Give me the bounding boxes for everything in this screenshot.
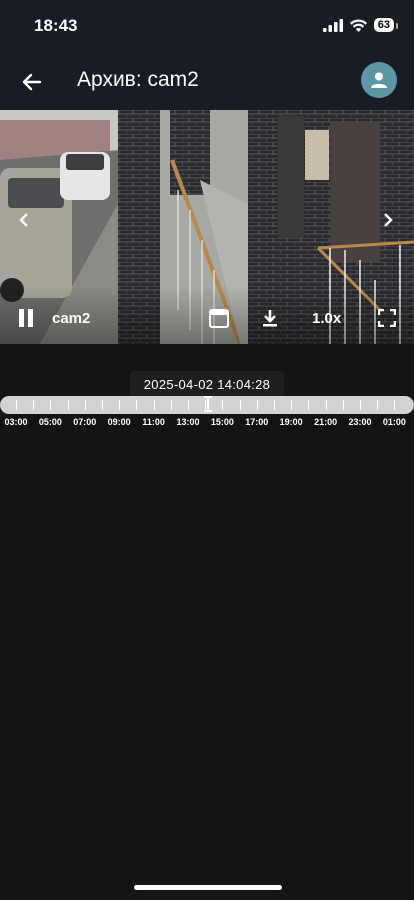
- fullscreen-button[interactable]: [374, 305, 400, 331]
- timeline-tick: [50, 400, 52, 410]
- hour-label: 23:00: [348, 417, 372, 427]
- hour-label: 07:00: [73, 417, 97, 427]
- wifi-icon: [349, 18, 367, 32]
- chevron-left-icon: [19, 213, 28, 227]
- timeline-tick: [16, 400, 17, 410]
- signal-icon: [322, 18, 343, 32]
- page-title: Архив: cam2: [77, 68, 199, 91]
- hour-label: 21:00: [314, 417, 338, 427]
- timeline: 2025-04-02 14:04:28 03:00 05:00 07:00 09:00…: [0, 344, 414, 434]
- timeline-tick: [325, 400, 327, 410]
- timeline-tick: [291, 400, 293, 410]
- timeline-tick: [274, 400, 275, 410]
- playback-speed[interactable]: 1.0x: [312, 310, 341, 327]
- hour-label: 01:00: [382, 417, 406, 427]
- calendar-button[interactable]: [205, 304, 233, 332]
- next-button[interactable]: [376, 208, 400, 232]
- calendar-icon: [209, 309, 229, 328]
- timeline-tick: [342, 400, 344, 410]
- current-time-label: 2025-04-02 14:04:28: [130, 371, 284, 397]
- pause-icon: [19, 309, 33, 327]
- hour-label: 09:00: [107, 417, 131, 427]
- timeline-tick: [67, 400, 69, 410]
- timeline-tick: [136, 400, 138, 410]
- battery-indicator: 63: [373, 18, 399, 32]
- arrow-left-icon: [22, 73, 42, 91]
- chevron-right-icon: [384, 213, 393, 227]
- hour-label: 15:00: [210, 417, 234, 427]
- hour-label: 19:00: [279, 417, 303, 427]
- timeline-tick: [188, 400, 189, 410]
- prev-button[interactable]: [12, 208, 36, 232]
- hour-label: 11:00: [142, 417, 165, 427]
- hour-label: 13:00: [176, 417, 200, 427]
- fullscreen-icon: [378, 309, 396, 327]
- hour-label: 17:00: [245, 417, 269, 427]
- timeline-tick: [119, 400, 121, 410]
- hour-labels: 03:00 05:00 07:00 09:00 11:00 13:00 15:00 17:00…: [0, 417, 414, 429]
- status-bar: 18:43 63: [0, 0, 414, 54]
- person-icon: [371, 72, 387, 88]
- status-time: 18:43: [34, 16, 78, 35]
- timeline-tick: [153, 400, 155, 410]
- timeline-tick: [308, 400, 310, 410]
- playhead-icon[interactable]: [204, 396, 212, 412]
- timeline-tick: [33, 400, 35, 410]
- home-indicator: [134, 885, 282, 890]
- app-bar: Архив: cam2: [0, 54, 414, 110]
- timeline-tick: [256, 400, 258, 410]
- timeline-tick: [222, 400, 224, 410]
- timeline-tick: [239, 400, 241, 410]
- avatar-button[interactable]: [361, 62, 397, 98]
- timeline-tick: [102, 400, 103, 410]
- timeline-tick: [394, 400, 396, 410]
- status-icons: 63: [322, 18, 399, 32]
- timeline-tick: [170, 400, 172, 410]
- hour-label: 05:00: [38, 417, 62, 427]
- pause-button[interactable]: [12, 304, 40, 332]
- timeline-tick: [377, 400, 379, 410]
- timeline-tick: [84, 400, 86, 410]
- back-button[interactable]: [18, 68, 46, 96]
- camera-label: cam2: [52, 310, 91, 327]
- download-button[interactable]: [256, 304, 284, 332]
- download-icon: [263, 310, 277, 327]
- timeline-tick: [360, 400, 361, 410]
- video-player[interactable]: cam2 1.0x: [0, 110, 414, 344]
- hour-label: 03:00: [4, 417, 28, 427]
